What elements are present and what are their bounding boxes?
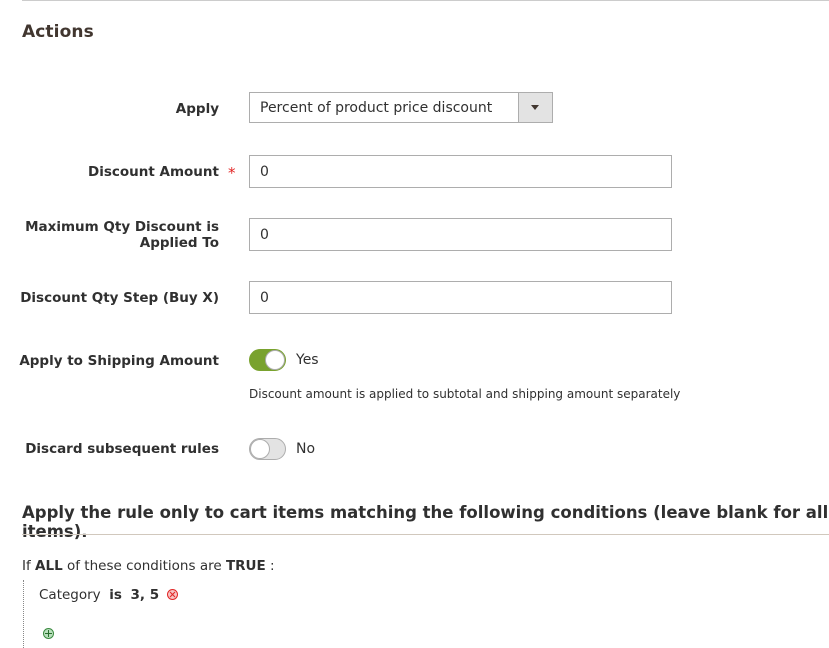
discard-rules-state: No — [296, 441, 316, 457]
apply-shipping-state: Yes — [296, 352, 319, 368]
cond-prefix: If — [22, 558, 31, 574]
max-qty-label-line2: Applied To — [139, 235, 219, 251]
max-qty-label-line1: Maximum Qty Discount is — [25, 219, 219, 235]
aggregator-link[interactable]: ALL — [35, 558, 63, 574]
conditions-divider — [22, 534, 829, 535]
apply-select-value: Percent of product price discount — [260, 100, 493, 116]
condition-attribute: Category — [39, 587, 101, 603]
apply-select[interactable]: Percent of product price discount — [249, 92, 553, 123]
chevron-down-icon[interactable] — [518, 93, 552, 122]
apply-label: Apply — [175, 101, 219, 117]
qty-step-input[interactable] — [249, 281, 672, 314]
qty-step-label: Discount Qty Step (Buy X) — [20, 290, 219, 306]
apply-shipping-toggle[interactable] — [249, 349, 286, 371]
discount-amount-label: Discount Amount — [88, 164, 219, 180]
conditions-aggregator-line: If ALL of these conditions are TRUE : — [22, 558, 275, 574]
section-title: Actions — [22, 22, 94, 42]
condition-operator-link[interactable]: is — [109, 587, 122, 603]
condition-item: Category is 3, 5 — [39, 587, 179, 603]
cond-suffix: : — [270, 558, 275, 574]
top-divider — [22, 0, 829, 1]
remove-condition-icon[interactable] — [167, 589, 179, 600]
discard-rules-toggle[interactable] — [249, 438, 286, 460]
toggle-knob — [250, 439, 270, 459]
required-asterisk: * — [228, 164, 236, 182]
toggle-knob — [265, 350, 285, 370]
discard-rules-label: Discard subsequent rules — [25, 441, 219, 457]
apply-shipping-note: Discount amount is applied to subtotal a… — [249, 387, 681, 401]
max-qty-input[interactable] — [249, 218, 672, 251]
conditions-title: Apply the rule only to cart items matchi… — [22, 503, 829, 541]
conditions-tree-line — [23, 580, 24, 648]
add-condition-icon[interactable] — [43, 628, 54, 639]
value-link[interactable]: TRUE — [226, 558, 266, 574]
cond-middle: of these conditions are — [66, 558, 222, 574]
condition-value-link[interactable]: 3, 5 — [131, 587, 160, 603]
discount-amount-input[interactable] — [249, 155, 672, 188]
max-qty-label: Maximum Qty Discount is Applied To — [25, 219, 219, 251]
apply-shipping-label: Apply to Shipping Amount — [19, 353, 219, 369]
